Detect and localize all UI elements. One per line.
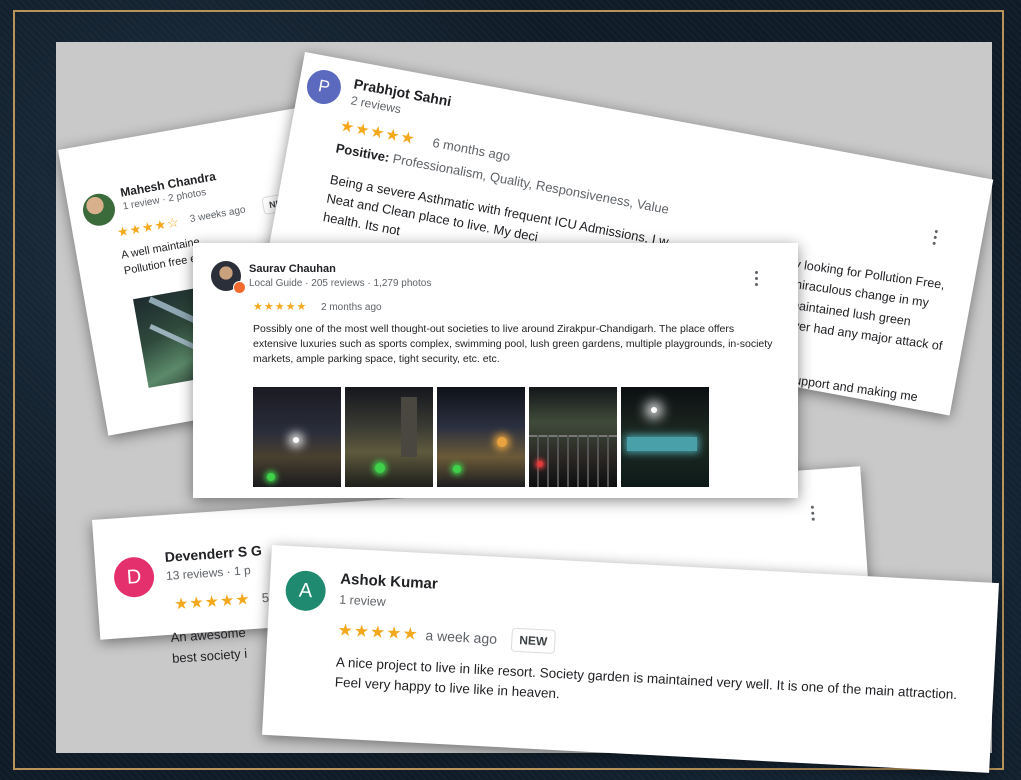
kebab-menu-icon[interactable] [809,505,816,521]
review-card-ashok: A Ashok Kumar 1 review ★★★★★ a week ago … [262,545,1000,773]
reviewer-meta: Local Guide · 205 reviews · 1,279 photos [249,278,432,289]
review-date: 2 months ago [321,302,382,313]
photo-strip [253,387,713,487]
reviewer-meta: 1 review [338,592,387,610]
review-photo[interactable] [253,387,341,487]
review-text-continued: y looking for Pollution Free, miraculous… [777,254,952,410]
kebab-menu-icon[interactable] [930,229,939,246]
review-card-saurav: Saurav Chauhan Local Guide · 205 reviews… [193,243,798,498]
kebab-menu-icon[interactable] [753,271,759,286]
star-rating: ★★★★★ [173,591,252,614]
avatar [80,191,118,229]
reviewer-name[interactable]: Devenderr S G [164,542,262,565]
avatar: P [304,67,344,107]
star-rating: ★★★★☆ [115,214,181,240]
reviewer-name[interactable]: Saurav Chauhan [249,263,336,275]
review-photo[interactable] [621,387,709,487]
local-guide-badge-icon [233,281,246,294]
review-text: Possibly one of the most well thought-ou… [253,323,773,366]
avatar: A [284,569,327,612]
review-date: a week ago [425,627,498,647]
review-photo[interactable] [345,387,433,487]
reviewer-meta: 13 reviews · 1 p [165,563,252,583]
star-rating: ★★★★★ [337,620,420,644]
positive-label: Positive: [334,140,391,166]
review-date: 3 weeks ago [189,204,247,226]
reviewer-name[interactable]: Ashok Kumar [340,571,438,593]
review-photo[interactable] [437,387,525,487]
avatar: D [112,555,156,599]
star-rating: ★★★★★ [253,301,308,313]
review-text: A nice project to live in like resort. S… [334,654,958,703]
review-photo[interactable] [529,387,617,487]
new-badge: NEW [510,627,556,654]
review-text-block: An awesome best society i [170,623,248,670]
